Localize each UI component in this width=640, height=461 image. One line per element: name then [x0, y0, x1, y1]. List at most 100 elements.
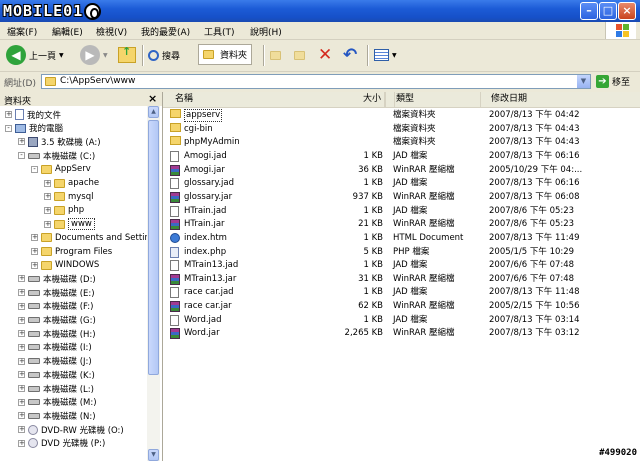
expand-icon[interactable]: + — [44, 179, 51, 187]
title-bar[interactable]: MOBILE01 – □ × — [0, 0, 640, 22]
back-dropdown-icon[interactable]: ▼ — [59, 52, 64, 59]
expand-icon[interactable]: + — [18, 316, 25, 324]
tree-item[interactable]: + Program Files — [31, 245, 112, 258]
menu-help[interactable]: 說明(H) — [250, 25, 282, 38]
delete-button[interactable]: ✕ — [318, 44, 332, 66]
column-type[interactable]: 類型 — [386, 92, 481, 107]
tree-item[interactable]: + www — [44, 218, 95, 231]
expand-icon[interactable]: + — [44, 206, 51, 214]
expand-icon[interactable]: + — [18, 289, 25, 297]
forward-dropdown-icon[interactable]: ▼ — [103, 52, 108, 59]
move-to-button[interactable] — [270, 44, 284, 66]
file-row[interactable]: glossary.jad 1 KB JAD 檔案 2007/8/13 下午 06:16 — [163, 177, 640, 190]
expand-icon[interactable]: + — [31, 234, 38, 242]
tree-item[interactable]: + 本機磁碟 (J:) — [18, 355, 92, 368]
tree-item[interactable]: + Documents and Settin — [31, 231, 150, 244]
file-row[interactable]: HTrain.jad 1 KB JAD 檔案 2007/8/6 下午 05:23 — [163, 205, 640, 218]
expand-icon[interactable]: + — [18, 385, 25, 392]
tree-item[interactable]: + 本機磁碟 (F:) — [18, 300, 93, 313]
menu-tools[interactable]: 工具(T) — [204, 25, 235, 38]
tree-item[interactable]: + 本機磁碟 (N:) — [18, 409, 96, 422]
forward-button[interactable]: ▶ ▼ — [80, 44, 108, 66]
expand-icon[interactable]: + — [18, 275, 25, 283]
file-row[interactable]: glossary.jar 937 KB WinRAR 壓縮檔 2007/8/13 下午… — [163, 191, 640, 204]
tree-item[interactable]: - 我的電腦 — [5, 122, 63, 135]
scroll-thumb[interactable] — [148, 120, 159, 375]
tree-item[interactable]: + 本機磁碟 (D:) — [18, 272, 96, 285]
tree-item[interactable]: + mysql — [44, 190, 94, 203]
column-modified[interactable]: 修改日期 — [481, 92, 640, 107]
tree-item[interactable]: + apache — [44, 177, 99, 190]
file-row[interactable]: HTrain.jar 21 KB WinRAR 壓縮檔 2007/8/6 下午 05:… — [163, 218, 640, 231]
file-row[interactable]: MTrain13.jad 1 KB JAD 檔案 2007/6/6 下午 07:48 — [163, 259, 640, 272]
tree-item[interactable]: +3.5 軟碟機 (A:) — [18, 135, 101, 148]
menu-file[interactable]: 檔案(F) — [7, 25, 37, 38]
file-row[interactable]: index.php 5 KB PHP 檔案 2005/1/5 下午 10:29 — [163, 246, 640, 259]
expand-icon[interactable]: + — [18, 302, 25, 310]
expand-icon[interactable]: + — [18, 343, 25, 351]
file-row[interactable]: Amogi.jar 36 KB WinRAR 壓縮檔 2005/10/29 下午 04… — [163, 164, 640, 177]
close-tree-icon[interactable]: × — [148, 92, 157, 105]
tree-item[interactable]: - AppServ — [31, 163, 91, 176]
close-button[interactable]: × — [618, 2, 636, 20]
menu-view[interactable]: 檢視(V) — [96, 25, 127, 38]
expand-icon[interactable]: + — [18, 330, 25, 338]
file-row[interactable]: cgi-bin 檔案資料夾 2007/8/13 下午 04:43 — [163, 122, 640, 136]
tree-item[interactable]: + 本機磁碟 (L:) — [18, 382, 94, 395]
tree-item[interactable]: + DVD 光碟機 (P:) — [18, 437, 105, 450]
up-folder-button[interactable]: ↑ — [118, 44, 136, 66]
file-row[interactable]: index.htm 1 KB HTML Document 2007/8/13 下午 1… — [163, 232, 640, 245]
expand-icon[interactable]: + — [18, 138, 25, 146]
expand-icon[interactable]: + — [18, 357, 25, 365]
file-row[interactable]: race car.jar 62 KB WinRAR 壓縮檔 2005/2/15 下午 … — [163, 300, 640, 313]
minimize-button[interactable]: – — [580, 2, 598, 20]
file-row[interactable]: appserv 檔案資料夾 2007/8/13 下午 04:42 — [163, 109, 640, 122]
expand-icon[interactable]: + — [18, 439, 25, 447]
expand-icon[interactable]: + — [18, 398, 25, 406]
tree-item[interactable]: - 本機磁碟 (C:) — [18, 149, 95, 162]
tree-item[interactable]: + 本機磁碟 (H:) — [18, 327, 96, 340]
tree-item[interactable]: + 本機磁碟 (G:) — [18, 314, 96, 327]
tree-item[interactable]: + 本機磁碟 (E:) — [18, 286, 95, 299]
views-button[interactable]: ▼ — [374, 44, 397, 66]
tree-item[interactable]: + 本機磁碟 (I:) — [18, 341, 92, 354]
menu-edit[interactable]: 編輯(E) — [52, 25, 83, 38]
scroll-down-icon[interactable]: ▼ — [148, 449, 159, 461]
undo-button[interactable]: ↶ — [343, 44, 357, 66]
tree-item[interactable]: + php — [44, 204, 84, 217]
copy-to-button[interactable] — [294, 44, 308, 66]
scroll-up-icon[interactable]: ▲ — [148, 106, 159, 118]
tree-item[interactable]: + WINDOWS — [31, 259, 99, 272]
maximize-button[interactable]: □ — [599, 2, 617, 20]
expand-icon[interactable]: + — [5, 111, 12, 118]
file-row[interactable]: race car.jad 1 KB JAD 檔案 2007/8/13 下午 11:48 — [163, 286, 640, 299]
column-size[interactable]: 大小 — [325, 92, 386, 107]
expand-icon[interactable]: + — [18, 426, 25, 434]
tree-item[interactable]: + 本機磁碟 (M:) — [18, 396, 97, 409]
back-button[interactable]: ◀ 上一頁 ▼ — [6, 44, 64, 66]
expand-icon[interactable]: + — [18, 371, 25, 379]
file-row[interactable]: phpMyAdmin 檔案資料夾 2007/8/13 下午 04:43 — [163, 136, 640, 149]
address-dropdown-icon[interactable]: ▼ — [577, 75, 590, 88]
tree-item[interactable]: + 本機磁碟 (K:) — [18, 368, 95, 381]
tree-scrollbar[interactable]: ▲ ▼ — [147, 106, 160, 461]
go-button[interactable]: ➔ 移至 — [596, 75, 630, 88]
file-row[interactable]: Word.jar 2,265 KB WinRAR 壓縮檔 2007/8/13 下午 0… — [163, 327, 640, 340]
file-row[interactable]: Word.jad 1 KB JAD 檔案 2007/8/13 下午 03:14 — [163, 314, 640, 327]
expand-icon[interactable]: + — [31, 261, 38, 269]
file-row[interactable]: MTrain13.jar 31 KB WinRAR 壓縮檔 2007/6/6 下午 0… — [163, 273, 640, 286]
tree-item[interactable]: + DVD-RW 光碟機 (O:) — [18, 423, 124, 436]
address-input[interactable]: C:\AppServ\www ▼ — [41, 74, 591, 89]
tree-item[interactable]: + 我的文件 — [5, 108, 61, 121]
expand-icon[interactable]: + — [44, 220, 51, 228]
menu-favorites[interactable]: 我的最愛(A) — [141, 25, 190, 38]
search-button[interactable]: 搜尋 — [148, 44, 180, 66]
expand-icon[interactable]: + — [44, 193, 51, 201]
file-row[interactable]: Amogi.jad 1 KB JAD 檔案 2007/8/13 下午 06:16 — [163, 150, 640, 163]
collapse-icon[interactable]: - — [18, 152, 25, 160]
folders-button[interactable]: 資料夾 — [198, 44, 253, 65]
expand-icon[interactable]: + — [18, 412, 25, 420]
collapse-icon[interactable]: - — [31, 165, 38, 173]
collapse-icon[interactable]: - — [5, 124, 12, 132]
expand-icon[interactable]: + — [31, 248, 38, 255]
